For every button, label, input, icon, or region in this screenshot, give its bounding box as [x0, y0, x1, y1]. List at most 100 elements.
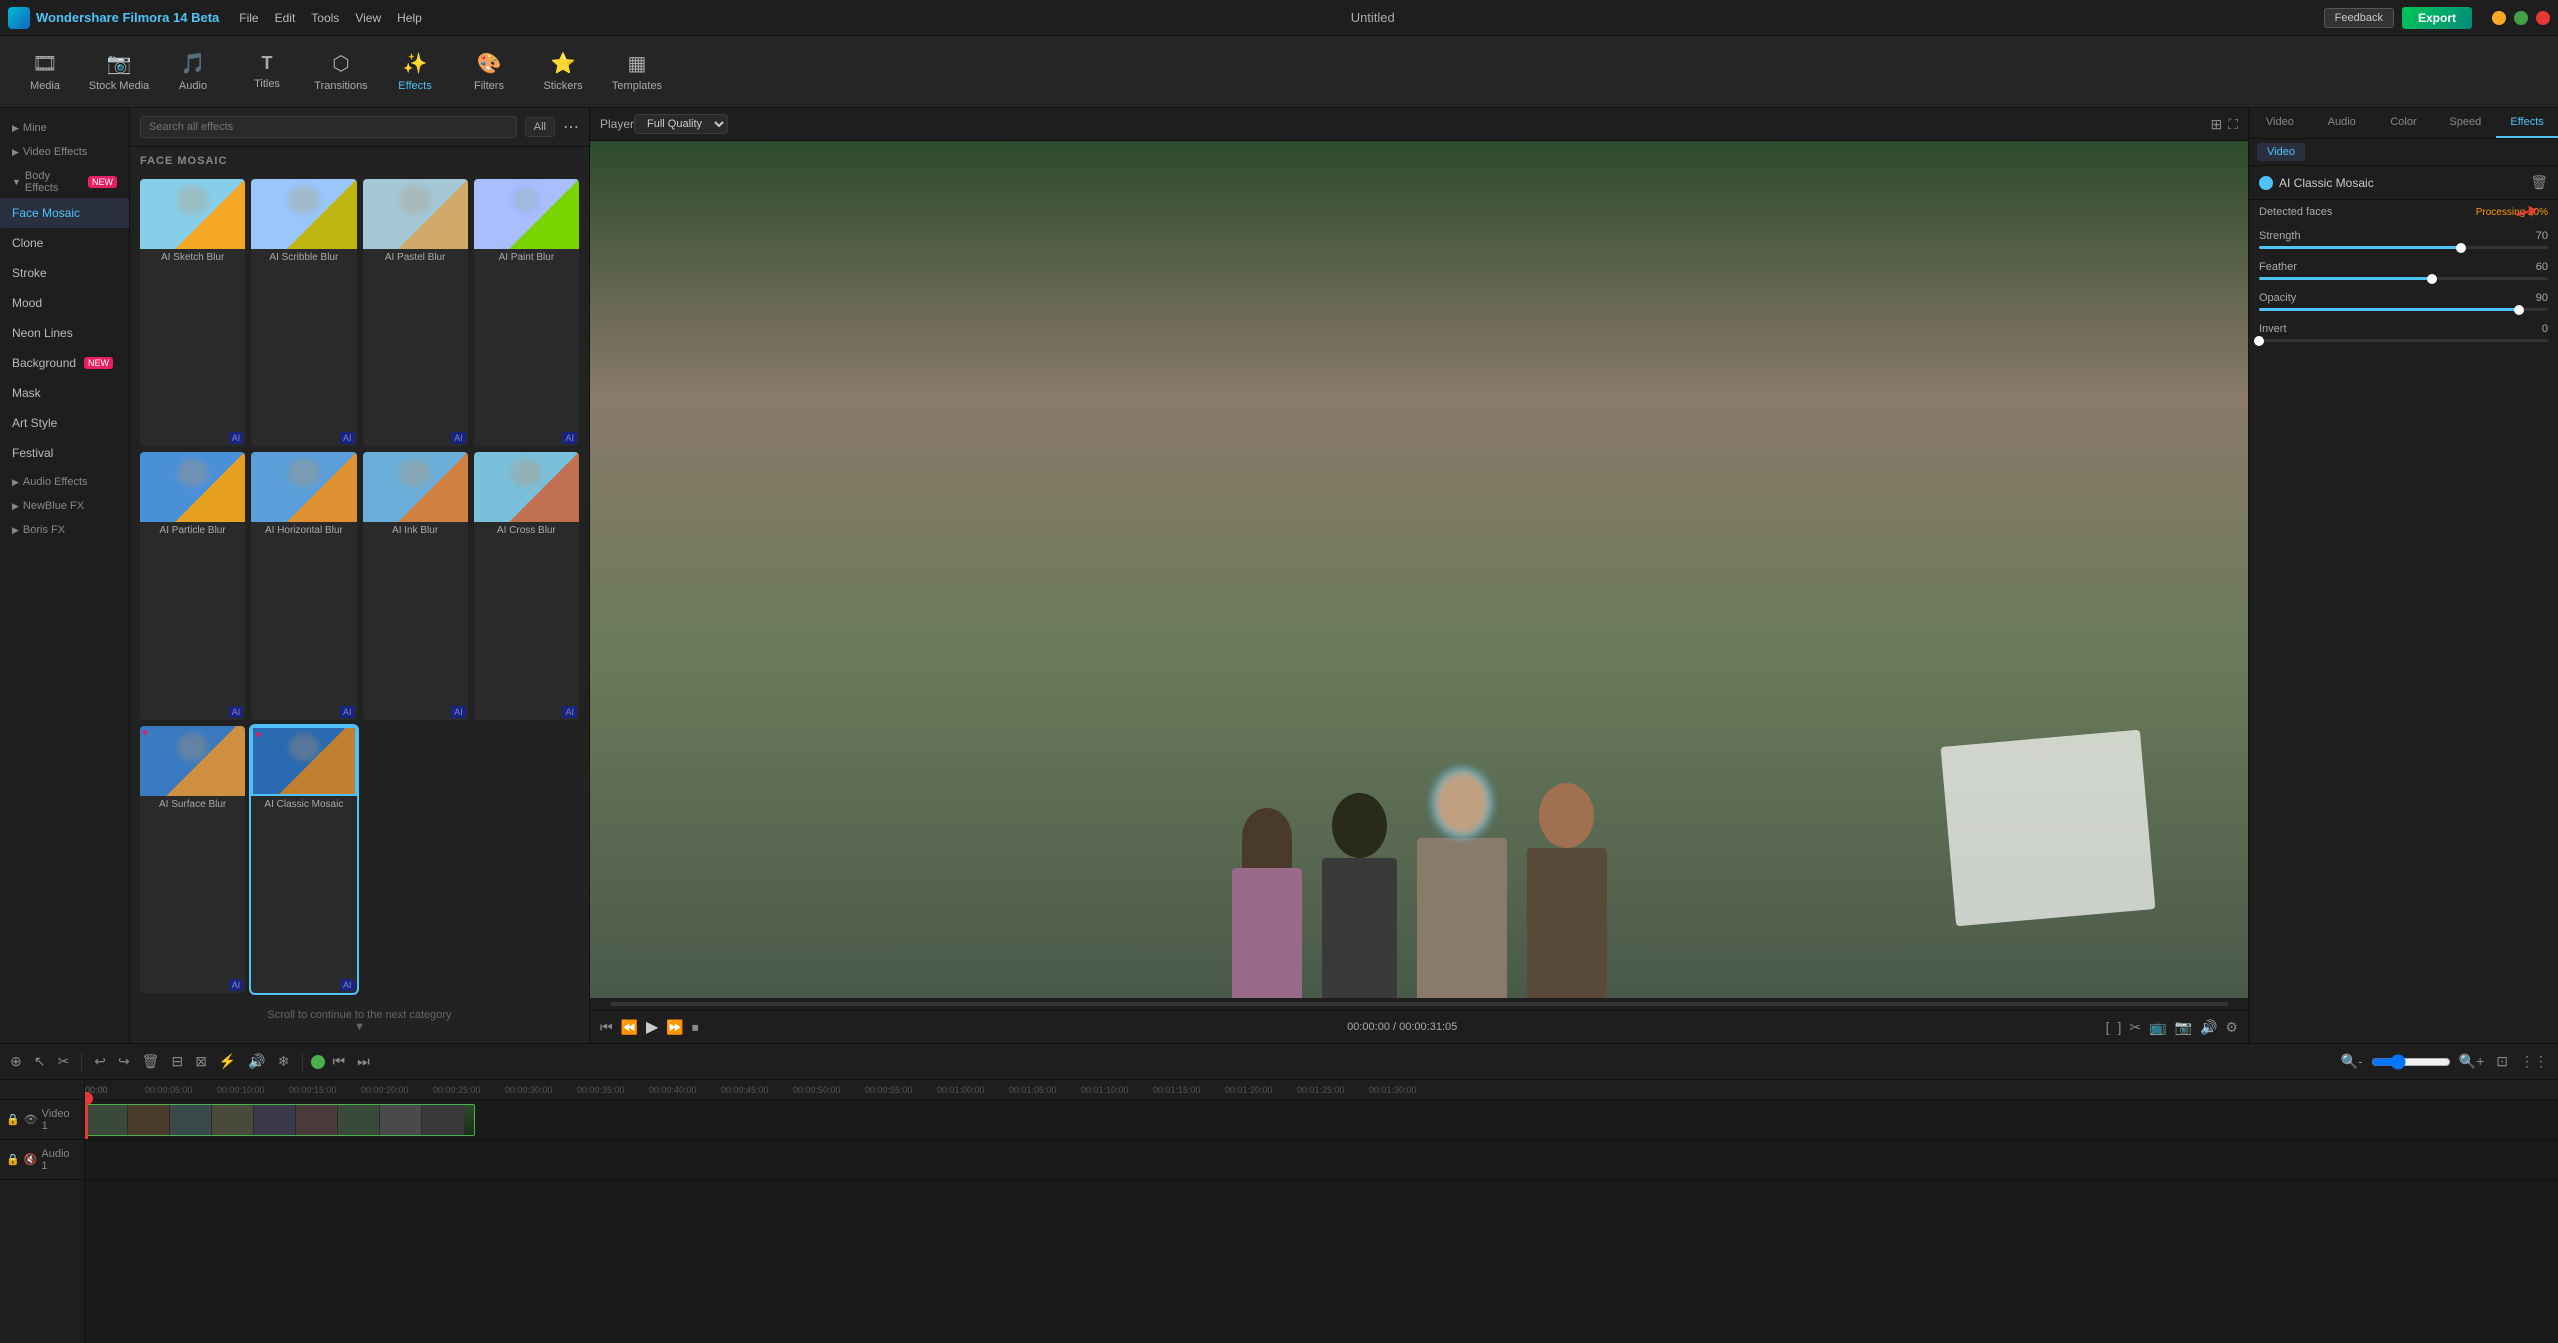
- volume-icon[interactable]: 🔊: [2200, 1019, 2217, 1036]
- close-button[interactable]: [2536, 11, 2550, 25]
- sub-tab-video[interactable]: Video: [2257, 143, 2305, 161]
- section-video-effects[interactable]: ▶ Video Effects: [0, 138, 129, 162]
- tl-zoom-in-button[interactable]: 🔍+: [2455, 1050, 2489, 1073]
- section-newblue[interactable]: ▶ NewBlue FX: [0, 492, 129, 516]
- tool-effects[interactable]: ✨ Effects: [380, 40, 450, 104]
- tl-delete-button[interactable]: 🗑: [138, 1050, 164, 1073]
- tool-filters[interactable]: 🎨 Filters: [454, 40, 524, 104]
- tab-video[interactable]: Video: [2249, 108, 2311, 138]
- tool-stickers[interactable]: ⭐ Stickers: [528, 40, 598, 104]
- stop-icon[interactable]: ⏹: [692, 1019, 699, 1036]
- clip-icon[interactable]: ✂: [2129, 1019, 2141, 1036]
- tl-more-button[interactable]: ⋮⋮: [2516, 1050, 2552, 1073]
- effect-horizontal-blur[interactable]: AI Horizontal Blur AI: [251, 452, 356, 719]
- effect-scribble-blur[interactable]: AI Scribble Blur AI: [251, 179, 356, 446]
- tab-audio[interactable]: Audio: [2311, 108, 2373, 138]
- effect-classic-mosaic[interactable]: ♥ AI Classic Mosaic AI: [251, 726, 356, 993]
- section-audio-effects[interactable]: ▶ Audio Effects: [0, 468, 129, 492]
- strength-thumb[interactable]: [2456, 243, 2466, 253]
- left-item-face-mosaic[interactable]: Face Mosaic: [0, 198, 129, 228]
- opacity-slider[interactable]: [2259, 308, 2548, 311]
- feedback-button[interactable]: Feedback: [2324, 8, 2394, 28]
- play-forward-icon[interactable]: ⏩: [666, 1019, 683, 1036]
- tab-speed[interactable]: Speed: [2434, 108, 2496, 138]
- tl-add-track-button[interactable]: ⊕: [6, 1050, 26, 1073]
- quality-select[interactable]: Full Quality: [634, 114, 728, 134]
- delete-effect-button[interactable]: 🗑: [2530, 174, 2548, 191]
- snapshot-icon[interactable]: 📷: [2175, 1019, 2192, 1036]
- menu-edit[interactable]: Edit: [275, 11, 296, 25]
- tl-record-button[interactable]: [311, 1055, 325, 1069]
- left-item-clone[interactable]: Clone: [0, 228, 129, 258]
- effect-surface-blur[interactable]: ♥ AI Surface Blur AI: [140, 726, 245, 993]
- mark-out-icon[interactable]: ]: [2117, 1019, 2121, 1035]
- menu-view[interactable]: View: [355, 11, 381, 25]
- export-button[interactable]: Export: [2402, 7, 2472, 29]
- tl-crop-button[interactable]: ⊠: [191, 1050, 211, 1073]
- left-item-background[interactable]: Background NEW: [0, 348, 129, 378]
- tl-zoom-out-button[interactable]: 🔍-: [2337, 1050, 2367, 1073]
- menu-help[interactable]: Help: [397, 11, 422, 25]
- left-item-mask[interactable]: Mask: [0, 378, 129, 408]
- tl-prev-frame-button[interactable]: ⏮: [329, 1050, 350, 1073]
- filter-button[interactable]: All: [525, 117, 555, 137]
- play-back-icon[interactable]: ⏪: [621, 1019, 638, 1036]
- tab-effects[interactable]: Effects: [2496, 108, 2558, 138]
- effect-ink-blur[interactable]: AI Ink Blur AI: [363, 452, 468, 719]
- tl-next-frame-button[interactable]: ⏭: [353, 1050, 374, 1073]
- timeline-progress-bar[interactable]: [610, 1002, 2228, 1006]
- tl-razor-tool[interactable]: ✂: [53, 1050, 73, 1073]
- tl-undo-button[interactable]: ↩: [90, 1050, 110, 1073]
- tool-transitions[interactable]: ⬡ Transitions: [306, 40, 376, 104]
- tl-select-tool[interactable]: ↖: [30, 1050, 50, 1073]
- tl-freeze-button[interactable]: ❄: [274, 1050, 294, 1073]
- eye-icon[interactable]: 👁: [24, 1113, 38, 1126]
- effect-toggle-circle[interactable]: [2259, 176, 2273, 190]
- effect-particle-blur[interactable]: AI Particle Blur AI: [140, 452, 245, 719]
- section-body-effects[interactable]: ▼ Body Effects NEW: [0, 162, 129, 198]
- tl-redo-button[interactable]: ↪: [114, 1050, 134, 1073]
- left-item-mood[interactable]: Mood: [0, 288, 129, 318]
- opacity-thumb[interactable]: [2514, 305, 2524, 315]
- play-button[interactable]: ▶: [646, 1017, 658, 1037]
- menu-tools[interactable]: Tools: [311, 11, 339, 25]
- invert-thumb[interactable]: [2254, 336, 2264, 346]
- search-input[interactable]: [140, 116, 517, 138]
- effect-sketch-blur[interactable]: AI Sketch Blur AI: [140, 179, 245, 446]
- section-mine[interactable]: ▶ Mine: [0, 114, 129, 138]
- audio-lock-icon[interactable]: 🔒: [6, 1153, 20, 1166]
- tool-stock-media[interactable]: 📷 Stock Media: [84, 40, 154, 104]
- video-clip-1[interactable]: [85, 1104, 475, 1136]
- left-item-art-style[interactable]: Art Style: [0, 408, 129, 438]
- feather-slider[interactable]: [2259, 277, 2548, 280]
- lock-icon[interactable]: 🔒: [6, 1113, 20, 1126]
- maximize-button[interactable]: [2514, 11, 2528, 25]
- left-item-neon-lines[interactable]: Neon Lines: [0, 318, 129, 348]
- tl-speed-button[interactable]: ⚡: [215, 1050, 240, 1073]
- mark-in-icon[interactable]: [: [2106, 1019, 2110, 1035]
- left-item-festival[interactable]: Festival: [0, 438, 129, 468]
- screen-icon[interactable]: 📺: [2149, 1019, 2166, 1036]
- tl-audio-button[interactable]: 🔊: [244, 1050, 269, 1073]
- section-boris[interactable]: ▶ Boris FX: [0, 516, 129, 540]
- effect-pastel-blur[interactable]: AI Pastel Blur AI: [363, 179, 468, 446]
- fullscreen-icon[interactable]: ⛶: [2228, 116, 2238, 133]
- tool-templates[interactable]: ▦ Templates: [602, 40, 672, 104]
- settings-icon[interactable]: ⚙: [2225, 1019, 2238, 1036]
- effect-paint-blur[interactable]: AI Paint Blur AI: [474, 179, 579, 446]
- tool-media[interactable]: 🎞 Media: [10, 40, 80, 104]
- menu-file[interactable]: File: [239, 11, 258, 25]
- more-options-button[interactable]: ⋯: [563, 117, 579, 137]
- tl-split-button[interactable]: ⊟: [167, 1050, 187, 1073]
- tool-titles[interactable]: T Titles: [232, 40, 302, 104]
- effect-cross-blur[interactable]: AI Cross Blur AI: [474, 452, 579, 719]
- invert-slider[interactable]: [2259, 339, 2548, 342]
- left-item-stroke[interactable]: Stroke: [0, 258, 129, 288]
- strength-slider[interactable]: [2259, 246, 2548, 249]
- layout-icon[interactable]: ⊞: [2210, 116, 2222, 133]
- tool-audio[interactable]: 🎵 Audio: [158, 40, 228, 104]
- tl-fit-button[interactable]: ⊡: [2492, 1050, 2512, 1073]
- tab-color[interactable]: Color: [2373, 108, 2435, 138]
- tl-zoom-slider[interactable]: [2371, 1054, 2451, 1070]
- feather-thumb[interactable]: [2427, 274, 2437, 284]
